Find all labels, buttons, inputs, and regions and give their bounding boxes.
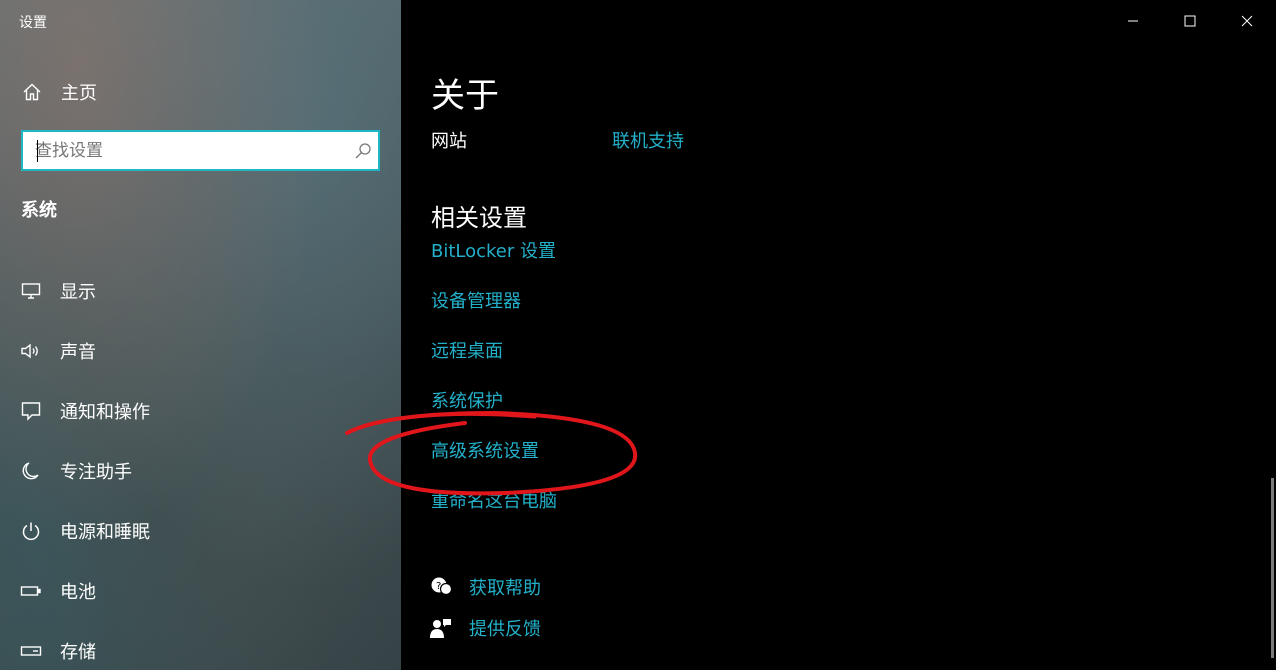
section-heading: 系统 xyxy=(21,200,57,221)
sidebar: 设置 主页 系统 显示 xyxy=(0,0,401,670)
feedback-icon xyxy=(429,618,453,638)
search-icon[interactable] xyxy=(348,142,378,160)
display-icon xyxy=(20,282,42,300)
sidebar-item-label: 存储 xyxy=(60,642,96,663)
minimize-icon xyxy=(1127,12,1139,31)
sidebar-nav: 显示 声音 通知和操作 专注助手 电源和睡眠 电池 存储 xyxy=(0,261,401,670)
system-protection-link[interactable]: 系统保护 xyxy=(431,390,557,440)
sidebar-item-battery[interactable]: 电池 xyxy=(0,561,401,621)
moon-icon xyxy=(20,461,42,481)
sidebar-item-notifications[interactable]: 通知和操作 xyxy=(0,381,401,441)
sidebar-item-label: 主页 xyxy=(61,83,97,104)
sidebar-item-display[interactable]: 显示 xyxy=(0,261,401,321)
sidebar-item-label: 通知和操作 xyxy=(60,402,150,423)
sidebar-item-home[interactable]: 主页 xyxy=(0,72,401,112)
advanced-system-settings-link[interactable]: 高级系统设置 xyxy=(431,440,557,490)
power-icon xyxy=(20,521,42,541)
sidebar-item-storage[interactable]: 存储 xyxy=(0,621,401,670)
sidebar-item-label: 电池 xyxy=(60,582,96,603)
related-settings-list: BitLocker 设置 设备管理器 远程桌面 系统保护 高级系统设置 重命名这… xyxy=(431,240,557,540)
text-caret xyxy=(37,140,38,162)
page-title: 关于 xyxy=(431,76,499,116)
close-button[interactable] xyxy=(1218,0,1276,42)
help-chat-icon: ? xyxy=(429,577,453,597)
get-help-link[interactable]: ? 获取帮助 xyxy=(429,574,541,600)
sidebar-item-focus-assist[interactable]: 专注助手 xyxy=(0,441,401,501)
sidebar-item-label: 显示 xyxy=(60,282,96,303)
related-settings-heading: 相关设置 xyxy=(431,204,527,232)
sidebar-item-sound[interactable]: 声音 xyxy=(0,321,401,381)
sidebar-item-label: 电源和睡眠 xyxy=(60,522,150,543)
speaker-icon xyxy=(20,342,42,360)
bitlocker-settings-link[interactable]: BitLocker 设置 xyxy=(431,240,557,290)
get-help-label: 获取帮助 xyxy=(469,578,541,599)
close-icon xyxy=(1241,12,1253,31)
scrollbar[interactable] xyxy=(1271,478,1274,658)
search-box[interactable] xyxy=(21,130,380,171)
sidebar-item-power-sleep[interactable]: 电源和睡眠 xyxy=(0,501,401,561)
give-feedback-label: 提供反馈 xyxy=(469,619,541,640)
notification-icon xyxy=(20,401,42,421)
battery-icon xyxy=(20,584,42,598)
app-title: 设置 xyxy=(19,15,47,31)
give-feedback-link[interactable]: 提供反馈 xyxy=(429,615,541,641)
main-panel: 关于 网站 联机支持 相关设置 BitLocker 设置 设备管理器 远程桌面 … xyxy=(401,0,1276,670)
sidebar-item-label: 专注助手 xyxy=(60,462,132,483)
rename-pc-link[interactable]: 重命名这台电脑 xyxy=(431,490,557,540)
sidebar-item-label: 声音 xyxy=(60,342,96,363)
device-manager-link[interactable]: 设备管理器 xyxy=(431,290,557,340)
maximize-button[interactable] xyxy=(1161,0,1219,42)
svg-text:?: ? xyxy=(436,581,441,592)
online-support-link[interactable]: 联机支持 xyxy=(612,127,684,153)
home-icon xyxy=(22,82,42,102)
search-input[interactable] xyxy=(23,132,348,169)
storage-icon xyxy=(20,644,42,658)
website-label: 网站 xyxy=(431,131,467,152)
minimize-button[interactable] xyxy=(1104,0,1162,42)
remote-desktop-link[interactable]: 远程桌面 xyxy=(431,340,557,390)
maximize-icon xyxy=(1184,12,1196,31)
